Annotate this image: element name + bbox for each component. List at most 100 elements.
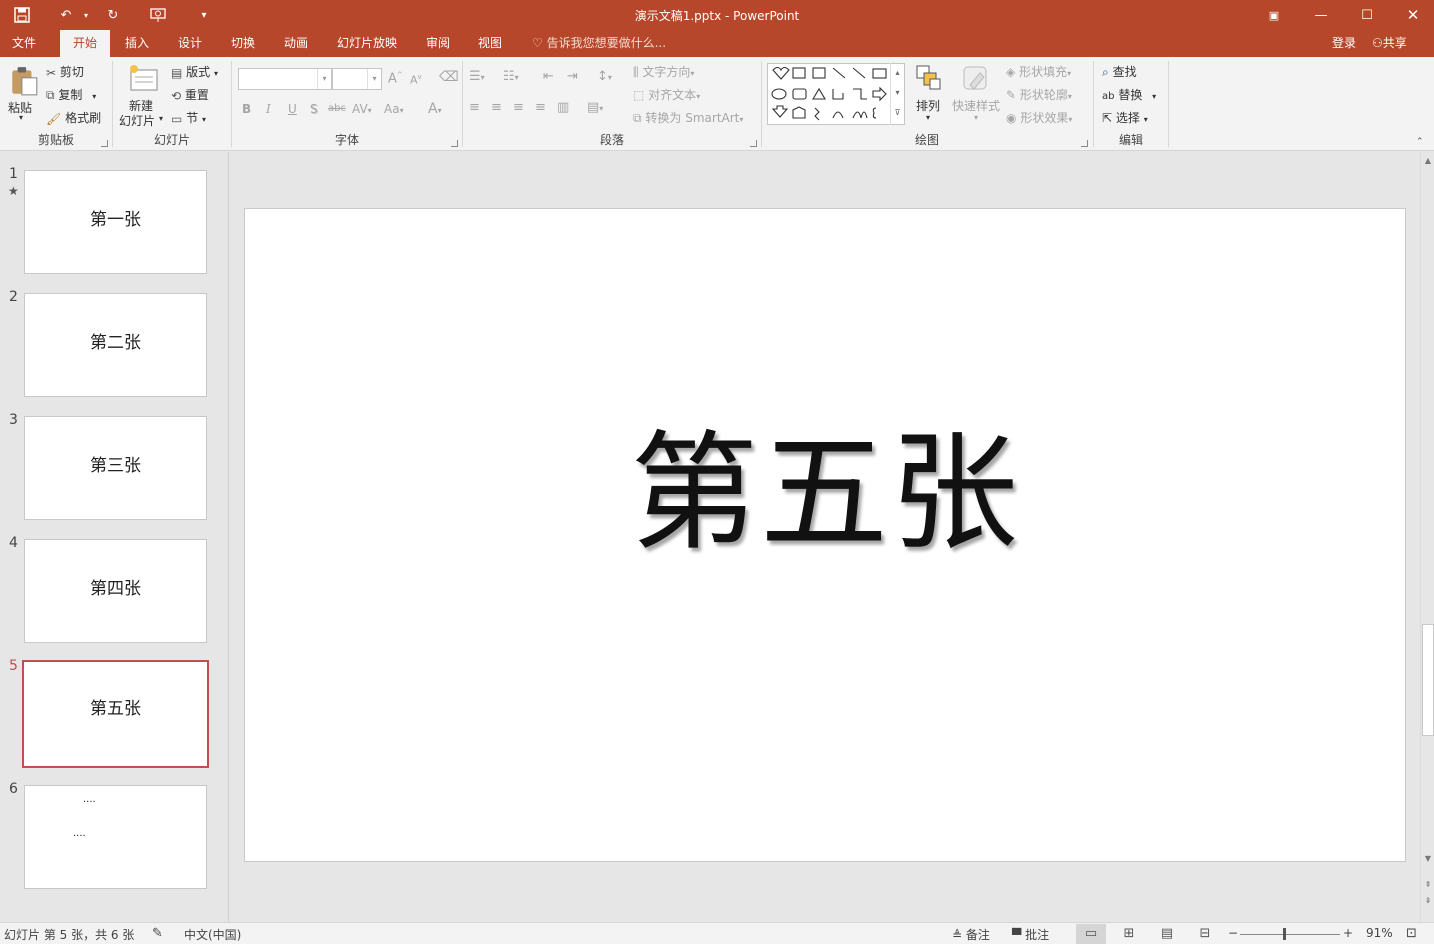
previous-slide-icon[interactable]: ⇞ (1421, 878, 1434, 892)
numbering-button[interactable]: ☷▾ (503, 69, 519, 84)
next-slide-icon[interactable]: ⇟ (1421, 894, 1434, 908)
align-center-button[interactable]: ≡ (491, 100, 502, 115)
sign-in-link[interactable]: 登录 (1332, 30, 1356, 57)
scroll-down-icon[interactable]: ▼ (1421, 852, 1434, 866)
clipboard-launcher-icon[interactable] (101, 140, 108, 147)
font-launcher-icon[interactable] (451, 140, 458, 147)
character-spacing-button[interactable]: AV▾ (352, 102, 372, 116)
slide-thumbnail-1[interactable]: 第一张 (24, 170, 207, 274)
slide-title-text[interactable]: 第五张 (245, 389, 1405, 574)
slide-thumbnail-2[interactable]: 第二张 (24, 293, 207, 397)
tab-home[interactable]: 开始 (60, 30, 110, 57)
copy-button[interactable]: ⧉ 复制 ▾ (46, 86, 96, 103)
align-right-button[interactable]: ≡ (513, 100, 524, 115)
italic-button[interactable]: I (266, 102, 271, 116)
font-name-dropdown-icon[interactable]: ▾ (317, 69, 331, 89)
current-slide[interactable]: 第五张 (244, 208, 1406, 862)
font-size-dropdown-icon[interactable]: ▾ (367, 69, 381, 89)
new-slide-button[interactable]: 新建 幻灯片 ▾ (119, 63, 167, 128)
grow-font-button[interactable]: A^ (388, 71, 403, 86)
scrollbar-thumb[interactable] (1422, 624, 1434, 736)
comment-icon: ▀ (1012, 928, 1022, 942)
slide-editor: 第五张 (230, 152, 1420, 922)
slide-thumbnail-4[interactable]: 第四张 (24, 539, 207, 643)
drawing-group-label: 绘图 (914, 133, 939, 147)
zoom-out-button[interactable]: − (1228, 926, 1238, 940)
shrink-font-button[interactable]: Av (410, 73, 422, 87)
select-button[interactable]: ⇱ 选择 ▾ (1102, 109, 1148, 126)
align-left-button[interactable]: ≡ (469, 100, 480, 115)
copy-icon: ⧉ (46, 88, 55, 102)
comments-button[interactable]: ▀ 批注 (1012, 926, 1049, 943)
font-size-combobox[interactable]: ▾ (332, 68, 382, 90)
tab-transitions[interactable]: 切换 (221, 30, 265, 57)
paste-button[interactable]: 粘贴 ▾ (6, 63, 38, 125)
new-slide-icon (130, 65, 158, 91)
slide-thumbnail-5[interactable]: 第五张 (22, 660, 209, 768)
columns-button[interactable]: ▤▾ (587, 100, 603, 115)
tell-me-search[interactable]: ♡ 告诉我您想要做什么... (532, 30, 666, 57)
zoom-level[interactable]: 91% (1366, 926, 1393, 940)
zoom-in-button[interactable]: + (1343, 926, 1353, 940)
tab-insert[interactable]: 插入 (115, 30, 159, 57)
find-button[interactable]: ⌕ 查找 (1102, 63, 1137, 80)
slide-number: 4 (9, 535, 18, 551)
scroll-up-icon[interactable]: ▲ (1421, 154, 1434, 168)
vertical-scrollbar[interactable]: ▲ ▼ ⇞ ⇟ (1420, 152, 1434, 922)
clear-formatting-icon[interactable]: ⌫ (439, 69, 459, 85)
slide-sorter-icon[interactable]: ⊞ (1114, 924, 1144, 944)
ribbon-display-options-icon[interactable]: ▣ (1252, 0, 1296, 30)
tab-animations[interactable]: 动画 (274, 30, 318, 57)
notes-button[interactable]: ≜ 备注 (952, 926, 990, 943)
share-button[interactable]: ⚇共享 (1372, 30, 1407, 57)
tab-design[interactable]: 设计 (168, 30, 212, 57)
font-color-button[interactable]: A▾ (428, 101, 442, 117)
minimize-button[interactable]: — (1298, 0, 1344, 30)
paragraph-launcher-icon[interactable] (750, 140, 757, 147)
zoom-slider-thumb[interactable] (1283, 928, 1286, 940)
text-shadow-button[interactable]: S (310, 102, 318, 116)
thumbnail-text: .... (83, 794, 96, 805)
normal-view-icon[interactable]: ▭ (1076, 924, 1106, 944)
tab-review[interactable]: 审阅 (416, 30, 460, 57)
cut-button[interactable]: ✂ 剪切 (46, 63, 84, 80)
slide-thumbnail-6[interactable]: .... .... (24, 785, 207, 889)
replace-button[interactable]: ab 替换 ▾ (1102, 86, 1156, 103)
layout-icon: ▤ (171, 65, 183, 80)
fit-to-window-icon[interactable]: ⊡ (1406, 926, 1417, 941)
format-painter-button[interactable]: 🖌 格式刷 (46, 109, 101, 126)
slide-thumbnail-3[interactable]: 第三张 (24, 416, 207, 520)
section-button[interactable]: ▭ 节 ▾ (171, 109, 206, 126)
slideshow-icon[interactable]: ⊟ (1190, 924, 1220, 944)
tab-file[interactable]: 文件 (2, 30, 46, 57)
spell-check-icon[interactable]: ✎ (152, 926, 163, 941)
underline-button[interactable]: U (288, 102, 297, 116)
paragraph-group-label: 段落 (599, 133, 624, 147)
text-direction-button[interactable]: ⫼ 文字方向▾ (633, 63, 694, 80)
zoom-slider[interactable] (1240, 934, 1340, 935)
justify-button[interactable]: ≡ (535, 100, 546, 115)
tab-slideshow[interactable]: 幻灯片放映 (327, 30, 407, 57)
decrease-indent-button[interactable]: ⇤ (543, 69, 554, 84)
bullets-button[interactable]: ☰▾ (469, 69, 485, 84)
line-spacing-button[interactable]: ↕▾ (597, 69, 612, 84)
close-button[interactable]: ✕ (1390, 0, 1434, 30)
maximize-button[interactable]: ☐ (1344, 0, 1390, 30)
font-name-combobox[interactable]: ▾ (238, 68, 332, 90)
font-group-label: 字体 (334, 133, 359, 147)
tab-view[interactable]: 视图 (468, 30, 512, 57)
bold-button[interactable]: B (242, 102, 251, 116)
layout-button[interactable]: ▤ 版式 ▾ (171, 63, 218, 80)
increase-indent-button[interactable]: ⇥ (567, 69, 578, 84)
collapse-ribbon-icon[interactable]: ⌃ (1416, 137, 1424, 147)
reset-button[interactable]: ⟲ 重置 (171, 86, 209, 103)
drawing-launcher-icon[interactable] (1081, 140, 1088, 147)
strikethrough-button[interactable]: abc (328, 103, 346, 114)
language-status[interactable]: 中文(中国) (184, 926, 241, 943)
change-case-button[interactable]: Aa▾ (384, 102, 404, 116)
reading-view-icon[interactable]: ▤ (1152, 924, 1182, 944)
title-bar: ↶ ▾ ↻ ▾ 演示文稿1.pptx - PowerPoint ▣ — ☐ ✕ (0, 0, 1434, 30)
convert-to-smartart-button[interactable]: ⧉ 转换为 SmartArt▾ (633, 109, 743, 126)
distributed-button[interactable]: ▥ (557, 100, 569, 115)
align-text-button[interactable]: ⬚ 对齐文本▾ (633, 86, 700, 103)
